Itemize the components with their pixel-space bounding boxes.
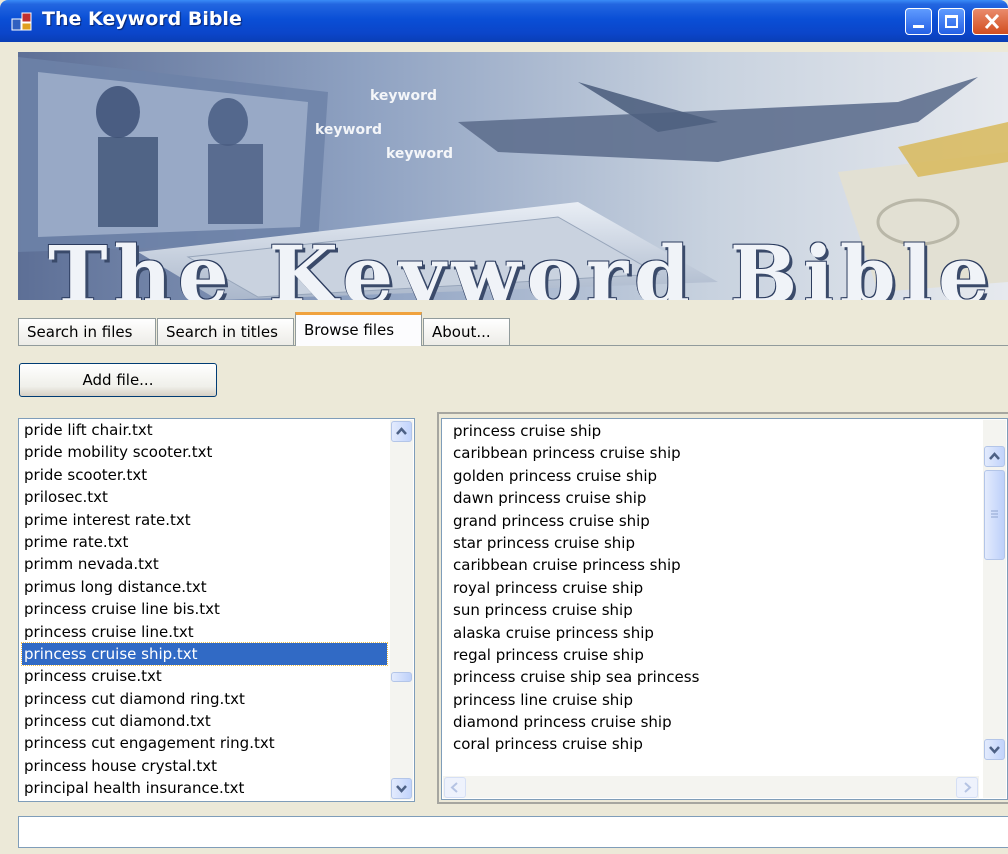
app-icon	[11, 12, 32, 31]
banner-keyword: keyword	[315, 122, 383, 138]
file-list-item[interactable]: princess cruise.txt	[22, 665, 387, 687]
keyword-list-item[interactable]: dawn princess cruise ship	[451, 487, 971, 509]
keyword-list-item[interactable]: caribbean princess cruise ship	[451, 442, 971, 464]
close-icon	[984, 13, 1000, 30]
keyword-list-hscrollbar[interactable]	[443, 776, 979, 798]
chevron-down-icon	[989, 746, 1000, 754]
banner-image: keyword keyword keyword The Keyword Bibl…	[18, 52, 1008, 300]
add-file-button[interactable]: Add file...	[19, 363, 217, 397]
keyword-list-item[interactable]: regal princess cruise ship	[451, 644, 971, 666]
tab-about[interactable]: About...	[423, 318, 510, 346]
file-list-item[interactable]: princess cut engagement ring.txt	[22, 732, 387, 754]
scroll-thumb[interactable]	[391, 672, 412, 682]
scroll-right-button[interactable]	[956, 777, 978, 798]
maximize-button[interactable]	[938, 8, 965, 35]
window-title: The Keyword Bible	[42, 8, 242, 30]
file-list[interactable]: pride lift chair.txt pride mobility scoot…	[18, 418, 415, 802]
scroll-up-button[interactable]	[984, 446, 1005, 467]
keyword-list-item[interactable]: princess cruise ship	[451, 420, 971, 442]
file-list-item[interactable]: primm nevada.txt	[22, 553, 387, 575]
keyword-list-item[interactable]: star princess cruise ship	[451, 532, 971, 554]
keyword-list-vscrollbar[interactable]	[983, 420, 1006, 798]
status-field[interactable]	[18, 816, 1008, 848]
maximize-icon	[945, 15, 958, 28]
minimize-button[interactable]	[905, 8, 932, 35]
file-list-item[interactable]: principal health insurance.txt	[22, 777, 387, 799]
scroll-up-button[interactable]	[391, 421, 412, 442]
minimize-icon	[913, 25, 924, 28]
file-list-scrollbar[interactable]	[390, 420, 413, 800]
scroll-down-button[interactable]	[391, 778, 412, 799]
keyword-list-item[interactable]: coral princess cruise ship	[451, 733, 971, 755]
tab-search-in-titles[interactable]: Search in titles	[157, 318, 294, 346]
keyword-list-item[interactable]: sun princess cruise ship	[451, 599, 971, 621]
title-bar[interactable]: The Keyword Bible	[0, 0, 1008, 42]
chevron-left-icon	[450, 782, 458, 793]
chevron-up-icon	[989, 452, 1000, 460]
tab-bar: Search in files Search in titles Browse …	[18, 312, 1008, 346]
tab-browse-files[interactable]: Browse files	[295, 312, 422, 346]
file-list-item[interactable]: princess cruise line bis.txt	[22, 598, 387, 620]
file-list-item[interactable]: pride lift chair.txt	[22, 419, 387, 441]
file-list-item[interactable]: pride scooter.txt	[22, 464, 387, 486]
file-list-item[interactable]: pride mobility scooter.txt	[22, 441, 387, 463]
file-list-item[interactable]: prime interest rate.txt	[22, 509, 387, 531]
tab-search-in-files[interactable]: Search in files	[18, 318, 156, 346]
keyword-list-item[interactable]: diamond princess cruise ship	[451, 711, 971, 733]
banner-keyword: keyword	[370, 88, 438, 104]
chevron-down-icon	[396, 785, 407, 793]
file-list-item[interactable]: princess cruise line.txt	[22, 621, 387, 643]
keyword-list-item[interactable]: princess line cruise ship	[451, 689, 971, 711]
file-list-item[interactable]: primus long distance.txt	[22, 576, 387, 598]
chevron-right-icon	[964, 782, 972, 793]
file-list-items: pride lift chair.txt pride mobility scoot…	[21, 419, 388, 800]
keyword-list-items: princess cruise ship caribbean princess c…	[451, 420, 971, 756]
keyword-list-item[interactable]: princess cruise ship sea princess	[451, 666, 971, 688]
keyword-list-item[interactable]: alaska cruise princess ship	[451, 622, 971, 644]
file-list-item[interactable]: princess house crystal.txt	[22, 755, 387, 777]
grip-icon	[991, 510, 998, 518]
keyword-list[interactable]: princess cruise ship caribbean princess c…	[441, 418, 1008, 800]
tab-divider	[18, 345, 1008, 346]
banner-title: The Keyword Bible	[48, 228, 995, 300]
keyword-list-item[interactable]: caribbean cruise princess ship	[451, 554, 971, 576]
file-list-item[interactable]: princess cruise ship.txt	[21, 641, 388, 667]
scroll-down-button[interactable]	[984, 739, 1005, 760]
scroll-thumb[interactable]	[984, 470, 1005, 560]
keyword-list-item[interactable]: royal princess cruise ship	[451, 577, 971, 599]
keyword-list-item[interactable]: golden princess cruise ship	[451, 465, 971, 487]
file-list-item[interactable]: prilosec.txt	[22, 486, 387, 508]
keyword-list-item[interactable]: grand princess cruise ship	[451, 510, 971, 532]
file-list-item[interactable]: princess cut diamond.txt	[22, 710, 387, 732]
banner-keyword: keyword	[386, 146, 454, 162]
chevron-up-icon	[396, 427, 407, 435]
file-list-item[interactable]: princess cut diamond ring.txt	[22, 688, 387, 710]
close-button[interactable]	[972, 8, 1008, 35]
scroll-left-button[interactable]	[444, 777, 466, 798]
file-list-item[interactable]: prime rate.txt	[22, 531, 387, 553]
